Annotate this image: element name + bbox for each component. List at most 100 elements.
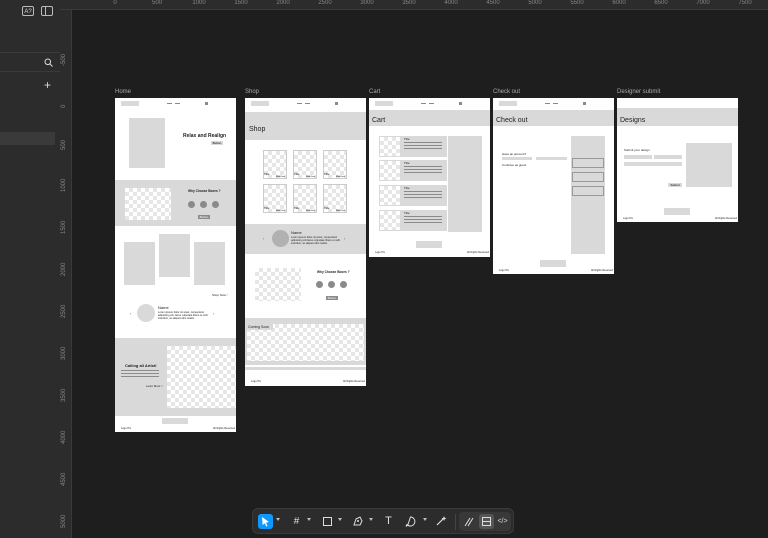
nav-link[interactable] — [553, 103, 558, 104]
chevron-down-icon[interactable] — [338, 518, 342, 521]
search-icon[interactable] — [44, 58, 53, 67]
pen-tool-icon[interactable] — [350, 514, 365, 529]
nav-link[interactable] — [545, 103, 550, 104]
bottom-toolbar: # T </> — [252, 508, 514, 534]
summary-item — [572, 158, 604, 168]
product-price[interactable]: $Add Item — [306, 210, 315, 212]
product-price[interactable]: $Add Item — [276, 176, 285, 178]
layers-search-row — [0, 52, 60, 72]
design-mode-icon[interactable] — [479, 514, 494, 529]
draw-mode-icon[interactable] — [462, 514, 477, 529]
artist-image — [167, 346, 236, 408]
submit-button[interactable]: Submit — [668, 183, 682, 187]
newsletter-box — [416, 241, 442, 248]
hero-image — [129, 118, 165, 168]
chevron-down-icon[interactable] — [423, 518, 427, 521]
frame-label-home[interactable]: Home — [115, 89, 131, 95]
prev-arrow-icon[interactable]: ‹ — [130, 311, 131, 316]
frame-designs[interactable]: Designs Submit your design Submit Logo H… — [617, 98, 738, 222]
ruler-tick-label: 0 — [113, 0, 117, 6]
prev-arrow-icon[interactable]: ‹ — [263, 236, 264, 241]
ruler-tick-label: 1500 — [61, 220, 67, 234]
password-field[interactable] — [536, 157, 567, 160]
nav-link[interactable] — [305, 103, 310, 104]
ruler-tick-label: 500 — [151, 0, 163, 6]
nav-link[interactable] — [175, 103, 180, 104]
frame-label-shop[interactable]: Shop — [245, 89, 259, 95]
footer-divider — [245, 367, 366, 370]
dev-mode-icon[interactable]: </> — [495, 514, 510, 529]
ruler-top: 0 500 1000 1500 2000 2500 3000 3500 4000 4500 5000… — [60, 0, 768, 10]
why-button[interactable]: Button — [326, 296, 338, 300]
summary-item — [572, 172, 604, 182]
rectangle-tool-icon[interactable] — [320, 514, 335, 529]
shop-now-link[interactable]: Shop Now ! — [212, 293, 228, 297]
nav-link[interactable] — [421, 103, 426, 104]
add-page-icon[interactable]: + — [44, 78, 51, 92]
footer-copyright: All Rights Reserved — [591, 269, 613, 272]
logo-placeholder — [375, 101, 393, 106]
frame-tool-icon[interactable]: # — [289, 514, 304, 529]
text-line — [404, 194, 442, 195]
name-field[interactable] — [624, 155, 652, 159]
cart-icon[interactable] — [335, 102, 338, 105]
product-price[interactable]: $Add Item — [336, 176, 345, 178]
nav-link[interactable] — [167, 103, 172, 104]
guest-link[interactable]: Continue as guest — [502, 163, 526, 167]
why-button[interactable]: Button — [198, 215, 210, 219]
next-arrow-icon[interactable]: › — [213, 311, 214, 316]
footer-copyright: All Rights Reserved — [467, 251, 489, 254]
cart-icon[interactable] — [459, 102, 462, 105]
frame-cart[interactable]: Cart Title Title Title Title Logo Hm All Ri… — [369, 98, 490, 257]
move-tool-icon[interactable] — [258, 514, 273, 529]
artist-link[interactable]: Learn More > — [146, 384, 163, 388]
cart-item-title: Title — [404, 137, 410, 141]
why-image — [125, 188, 171, 220]
product-price[interactable]: $Add Item — [306, 176, 315, 178]
frame-label-cart[interactable]: Cart — [369, 89, 380, 95]
product-price[interactable]: $Add Item — [336, 210, 345, 212]
page-header — [369, 110, 490, 126]
frame-label-checkout[interactable]: Check out — [493, 89, 520, 95]
ruler-tick-label: 3000 — [61, 346, 67, 360]
cart-item-image — [380, 161, 400, 180]
product-price[interactable]: $Add Item — [276, 210, 285, 212]
message-field[interactable] — [624, 162, 682, 166]
selected-page-row[interactable] — [0, 132, 55, 145]
artist-title: Calling all Artist! — [125, 363, 157, 368]
ruler-tick-label: 6000 — [612, 0, 626, 6]
frame-home[interactable]: Relax and Realign Button Why Choose Boxe… — [115, 98, 236, 432]
ruler-tick-label: 7000 — [696, 0, 710, 6]
nav-link[interactable] — [297, 103, 302, 104]
frame-shop[interactable]: Shop Title $Add Item Title $Add Item Title $A… — [245, 98, 366, 386]
chevron-down-icon[interactable] — [276, 518, 280, 521]
cart-item-image — [380, 137, 400, 156]
panel-toggle-icon[interactable] — [41, 6, 53, 16]
ruler-tick-label: 7500 — [738, 0, 752, 6]
cart-icon[interactable] — [583, 102, 586, 105]
product-title: Title — [324, 206, 330, 210]
cart-item-title: Title — [404, 211, 410, 215]
next-arrow-icon[interactable]: › — [344, 236, 345, 241]
text-tool-icon[interactable]: T — [381, 514, 396, 529]
chevron-down-icon[interactable] — [369, 518, 373, 521]
text-line — [404, 219, 442, 220]
design-upload-area[interactable] — [686, 143, 732, 187]
hero-button[interactable]: Button — [211, 141, 223, 145]
text-line — [404, 172, 442, 173]
email-field[interactable] — [654, 155, 682, 159]
email-field[interactable] — [502, 157, 532, 160]
avatar — [137, 304, 155, 322]
ai-icon[interactable]: A? — [22, 6, 34, 16]
text-line — [404, 142, 442, 143]
frame-checkout[interactable]: Check out Have an account? Continue as g… — [493, 98, 614, 274]
chevron-down-icon[interactable] — [307, 518, 311, 521]
ruler-tick-label: 3500 — [402, 0, 416, 6]
nav-link[interactable] — [429, 103, 434, 104]
submit-label: Submit your design — [624, 148, 650, 152]
ruler-tick-label: 4500 — [61, 472, 67, 486]
comment-tool-icon[interactable] — [403, 514, 418, 529]
cart-icon[interactable] — [205, 102, 208, 105]
actions-tool-icon[interactable] — [434, 514, 449, 529]
frame-label-designs[interactable]: Designer submit — [617, 89, 660, 95]
